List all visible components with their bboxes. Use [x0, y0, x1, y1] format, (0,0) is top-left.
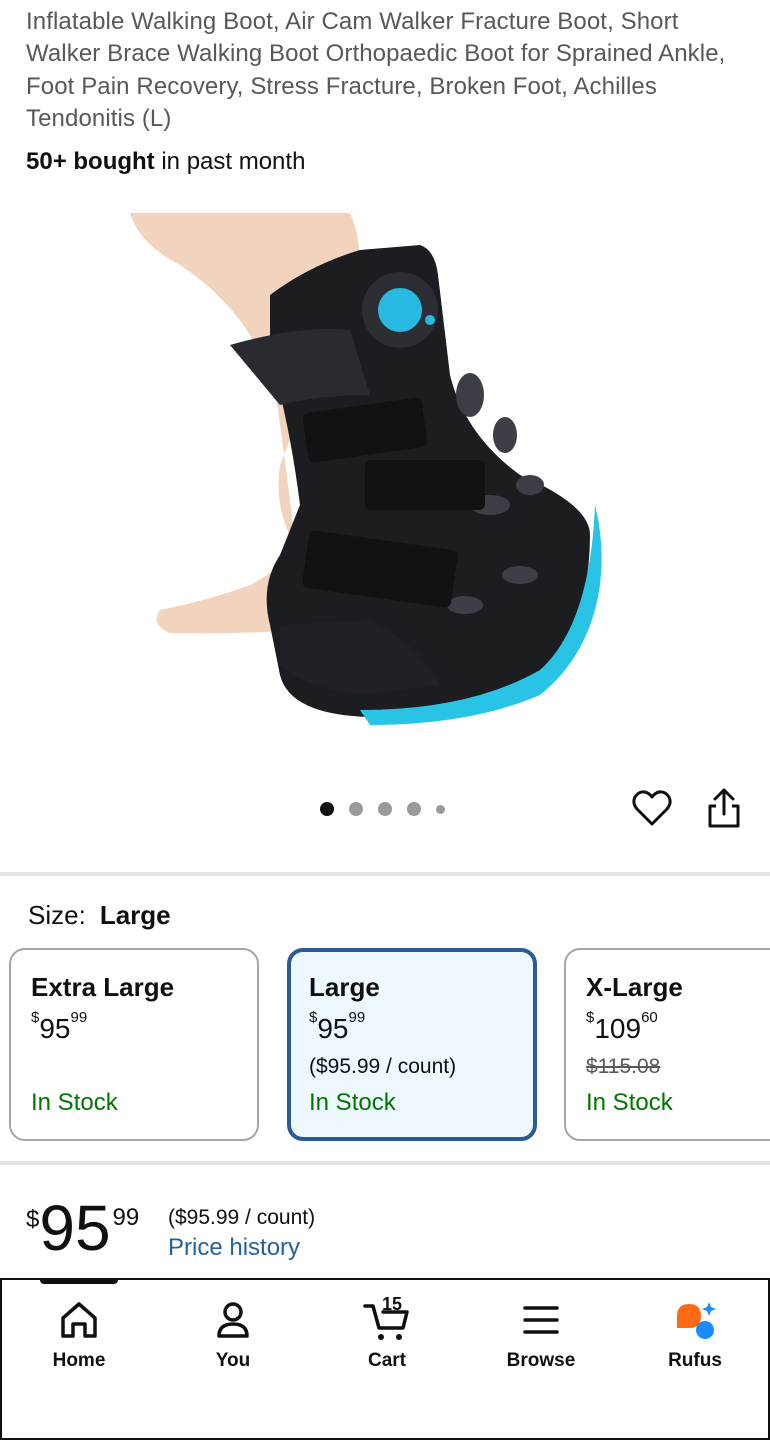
nav-label: You: [215, 1350, 251, 1371]
share-icon[interactable]: [702, 786, 746, 832]
size-option-x-large[interactable]: X-Large $10960 $115.08 In Stock: [564, 948, 770, 1141]
size-option-large[interactable]: Large $9599 ($95.99 / count) In Stock: [287, 948, 537, 1141]
home-icon: [61, 1302, 97, 1338]
size-option-unit-price: ($95.99 / count): [309, 1055, 457, 1078]
size-option-stock: In Stock: [31, 1089, 118, 1116]
nav-browse[interactable]: Browse: [486, 1296, 596, 1372]
active-tab-indicator: [40, 1278, 118, 1284]
size-option-price: $9599: [31, 1009, 88, 1044]
nav-label: Home: [52, 1350, 106, 1371]
rufus-icon: [677, 1302, 716, 1339]
boot-shin-guard: [230, 329, 370, 405]
size-option-stock: In Stock: [309, 1089, 396, 1116]
size-selected-value: Large: [99, 900, 171, 930]
size-option-name: X-Large: [586, 972, 683, 1002]
current-price: $ 95 99: [26, 1196, 139, 1260]
size-option-price: $10960: [586, 1009, 658, 1044]
nav-label: Cart: [367, 1350, 406, 1371]
size-option-price: $9599: [309, 1009, 366, 1044]
section-divider: [0, 872, 770, 876]
carousel-dot[interactable]: [378, 802, 392, 816]
product-image[interactable]: [120, 205, 660, 745]
carousel-dot[interactable]: [436, 804, 445, 814]
size-option-name: Large: [309, 972, 380, 1002]
price-currency: $: [26, 1206, 40, 1233]
heart-outline-icon[interactable]: [630, 786, 674, 830]
bought-count: 50+ bought in past month: [26, 148, 305, 176]
price-whole: 95: [39, 1192, 111, 1264]
carousel-dot[interactable]: [349, 802, 363, 816]
unit-price: ($95.99 / count): [168, 1206, 316, 1229]
cart-count-badge: 15: [382, 1294, 403, 1314]
price-history-link[interactable]: Price history: [168, 1234, 300, 1262]
nav-label: Rufus: [668, 1350, 722, 1371]
bought-count-strong: 50+ bought: [26, 148, 155, 175]
nav-home[interactable]: Home: [24, 1296, 134, 1372]
nav-label: Browse: [506, 1350, 576, 1371]
image-carousel-dots[interactable]: [320, 802, 445, 816]
nav-cart[interactable]: 15 Cart: [332, 1294, 442, 1372]
price-fraction: 99: [112, 1204, 140, 1231]
size-selector-label: Size: Large: [28, 900, 171, 931]
nav-you[interactable]: You: [178, 1296, 288, 1372]
person-icon: [217, 1302, 249, 1338]
size-option-stock: In Stock: [586, 1089, 673, 1116]
bought-count-rest: in past month: [154, 148, 306, 175]
nav-rufus[interactable]: Rufus: [640, 1296, 750, 1372]
size-option-name: Extra Large: [31, 972, 175, 1002]
section-divider: [0, 1161, 770, 1165]
size-label-text: Size:: [28, 900, 86, 930]
size-option-list-price: $115.08: [586, 1055, 661, 1078]
product-title: Inflatable Walking Boot, Air Cam Walker …: [26, 8, 726, 133]
size-option-extra-large[interactable]: Extra Large $9599 In Stock: [9, 948, 259, 1141]
bottom-nav: Home You 15 Cart Browse Rufus: [0, 1278, 770, 1440]
carousel-dot[interactable]: [407, 802, 421, 816]
menu-icon: [523, 1306, 559, 1334]
carousel-dot-active[interactable]: [320, 802, 334, 816]
